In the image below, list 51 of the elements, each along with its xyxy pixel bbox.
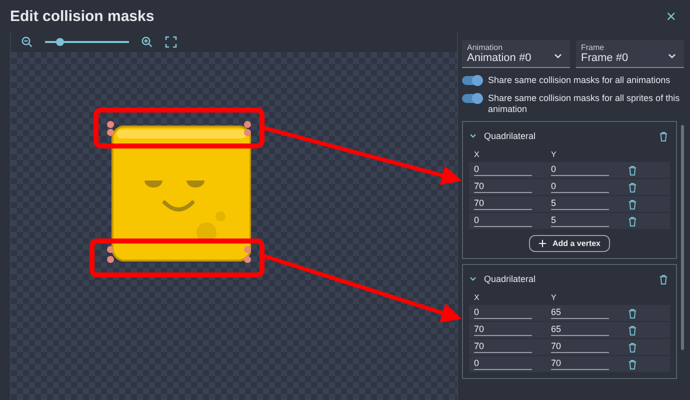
zoom-out-icon[interactable] <box>21 36 33 48</box>
toggle-label: Share same collision masks for all animations <box>488 75 670 86</box>
y-field[interactable]: 65 <box>551 324 609 336</box>
plus-icon <box>538 239 548 248</box>
trash-icon[interactable] <box>628 342 637 352</box>
toggle-switch[interactable] <box>462 94 482 103</box>
x-field[interactable]: 0 <box>474 164 532 176</box>
trash-icon[interactable] <box>628 198 637 210</box>
x-field[interactable]: 70 <box>474 341 532 353</box>
x-field[interactable]: 0 <box>474 307 532 319</box>
window-title: Edit collision masks <box>10 8 154 24</box>
trash-icon[interactable] <box>628 308 637 318</box>
y-field[interactable]: 65 <box>551 307 609 319</box>
y-field[interactable]: 5 <box>551 215 609 227</box>
dropdown[interactable]: Frame Frame #0 <box>576 40 684 68</box>
column-header: X <box>474 150 480 159</box>
trash-icon[interactable] <box>659 274 668 284</box>
trash-icon[interactable] <box>659 130 668 142</box>
x-field[interactable]: 70 <box>474 198 532 210</box>
chevron-down-icon <box>554 53 562 59</box>
y-field[interactable]: 70 <box>551 341 609 353</box>
dropdown[interactable]: Animation Animation #0 <box>462 40 570 68</box>
close-button[interactable]: × <box>662 8 680 24</box>
caret-icon[interactable] <box>469 276 477 282</box>
trash-icon[interactable] <box>628 324 637 336</box>
y-field[interactable]: 5 <box>551 198 609 210</box>
toggle-label: Share same collision masks for all sprites of this animation <box>488 93 681 115</box>
toggle-switch[interactable] <box>462 76 482 85</box>
scrollbar[interactable] <box>681 125 684 350</box>
x-field[interactable]: 0 <box>474 215 532 227</box>
y-field[interactable]: 70 <box>551 358 609 370</box>
trash-icon[interactable] <box>628 216 637 226</box>
add-vertex-button[interactable]: Add a vertex <box>529 235 610 252</box>
trash-icon[interactable] <box>628 182 637 192</box>
trash-icon[interactable] <box>628 358 637 370</box>
polygon-title: Quadrilateral <box>484 274 537 284</box>
zoom-slider[interactable] <box>45 38 129 46</box>
fit-screen-icon[interactable] <box>165 36 177 48</box>
column-header: Y <box>551 150 558 159</box>
x-field[interactable]: 70 <box>474 324 532 336</box>
column-header: X <box>474 293 480 302</box>
polygon-title: Quadrilateral <box>484 131 537 141</box>
x-field[interactable]: 70 <box>474 181 532 193</box>
caret-icon[interactable] <box>469 133 477 139</box>
y-field[interactable]: 0 <box>551 164 609 176</box>
zoom-in-icon[interactable] <box>141 36 153 48</box>
chevron-down-icon <box>668 53 676 59</box>
trash-icon[interactable] <box>628 164 637 176</box>
x-field[interactable]: 0 <box>474 358 532 370</box>
column-header: Y <box>551 293 558 302</box>
y-field[interactable]: 0 <box>551 181 609 193</box>
